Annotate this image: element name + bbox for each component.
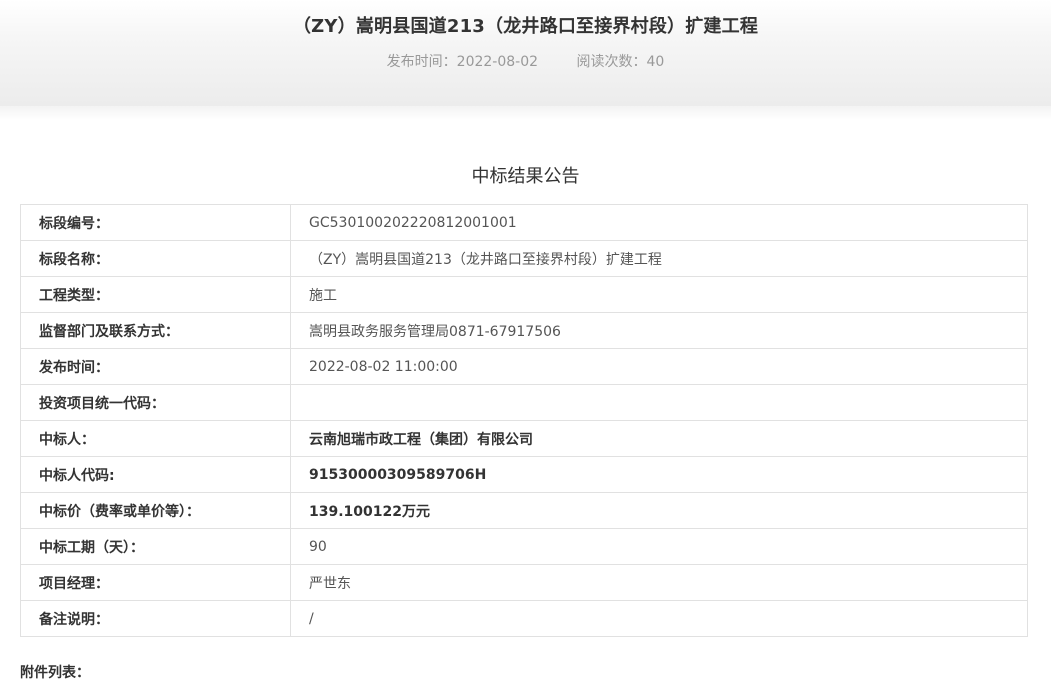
row-value: GC530100202220812001001 xyxy=(290,204,1028,241)
table-row: 工程类型： 施工 xyxy=(20,276,1028,313)
row-value: 严世东 xyxy=(290,564,1028,601)
row-label: 投资项目统一代码： xyxy=(20,384,291,421)
row-value: / xyxy=(290,600,1028,637)
row-label: 项目经理： xyxy=(20,564,291,601)
table-row: 投资项目统一代码： xyxy=(20,384,1028,421)
notice-title: 中标结果公告 xyxy=(471,166,580,187)
publish-time: 发布时间：2022-08-02 xyxy=(386,54,539,70)
attachments-label: 附件列表： xyxy=(20,665,90,681)
table-row: 中标工期（天）： 90 xyxy=(20,528,1028,565)
row-label: 备注说明： xyxy=(20,600,291,637)
winning-price: 139.100122万元 xyxy=(290,492,1028,529)
table-row: 监督部门及联系方式： 嵩明县政务服务管理局0871-67917506 xyxy=(20,312,1028,349)
row-value: （ZY）嵩明县国道213（龙井路口至接界村段）扩建工程 xyxy=(290,240,1028,277)
table-row: 中标人： 云南旭瑞市政工程（集团）有限公司 xyxy=(20,420,1028,457)
row-value xyxy=(290,384,1028,421)
table-row: 发布时间： 2022-08-02 11:00:00 xyxy=(20,348,1028,385)
row-label: 标段编号： xyxy=(20,204,291,241)
row-value: 90 xyxy=(290,528,1028,565)
table-row: 标段名称： （ZY）嵩明县国道213（龙井路口至接界村段）扩建工程 xyxy=(20,240,1028,277)
row-label: 中标人： xyxy=(20,420,291,457)
row-label: 标段名称： xyxy=(20,240,291,277)
row-value: 嵩明县政务服务管理局0871-67917506 xyxy=(290,312,1028,349)
row-value: 施工 xyxy=(290,276,1028,313)
result-table: 标段编号： GC530100202220812001001 标段名称： （ZY）… xyxy=(20,204,1028,637)
row-label: 中标价（费率或单价等）： xyxy=(20,492,291,529)
table-row: 项目经理： 严世东 xyxy=(20,564,1028,601)
table-row: 标段编号： GC530100202220812001001 xyxy=(20,204,1028,241)
header-divider xyxy=(0,106,1051,120)
meta-info: 发布时间：2022-08-02 阅读次数：40 xyxy=(0,51,1051,71)
page-title: （ZY）嵩明县国道213（龙井路口至接界村段）扩建工程 xyxy=(292,16,759,37)
page-header: （ZY）嵩明县国道213（龙井路口至接界村段）扩建工程 发布时间：2022-08… xyxy=(0,0,1051,106)
table-row: 中标价（费率或单价等）： 139.100122万元 xyxy=(20,492,1028,529)
row-label: 工程类型： xyxy=(20,276,291,313)
row-value: 2022-08-02 11:00:00 xyxy=(290,348,1028,385)
row-label: 发布时间： xyxy=(20,348,291,385)
winner-name: 云南旭瑞市政工程（集团）有限公司 xyxy=(290,420,1028,457)
winner-code: 91530000309589706H xyxy=(290,456,1028,493)
read-count: 阅读次数：40 xyxy=(576,54,665,70)
table-row: 中标人代码: 91530000309589706H xyxy=(20,456,1028,493)
row-label: 中标工期（天）： xyxy=(20,528,291,565)
row-label: 监督部门及联系方式： xyxy=(20,312,291,349)
table-row: 备注说明： / xyxy=(20,600,1028,637)
row-label: 中标人代码: xyxy=(20,456,291,493)
